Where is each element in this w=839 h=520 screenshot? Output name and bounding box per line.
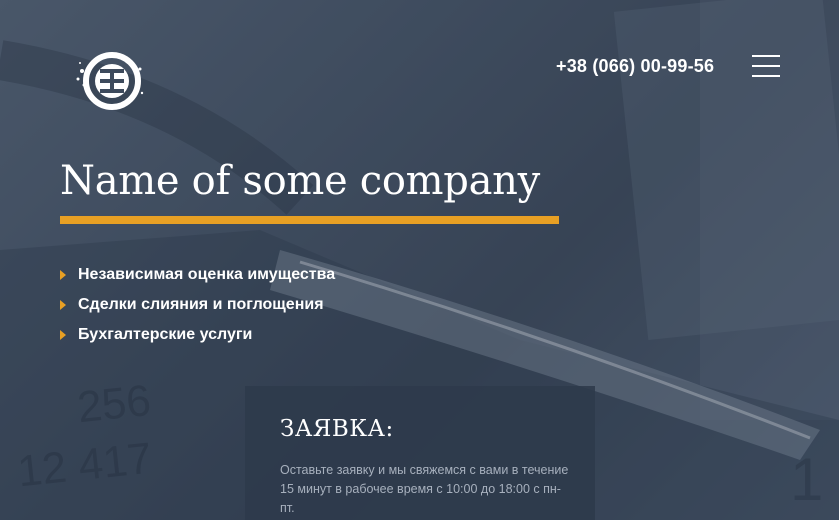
service-label: Независимая оценка имущества: [78, 266, 336, 283]
service-item: Бухгалтерские услуги: [60, 324, 335, 354]
bullet-triangle-icon: [60, 330, 66, 340]
company-logo-icon[interactable]: [74, 49, 144, 113]
hamburger-menu-icon[interactable]: [752, 55, 780, 77]
form-description: Оставьте заявку и мы свяжемся с вами в т…: [280, 463, 569, 515]
service-item: Сделки слияния и поглощения: [60, 294, 335, 324]
bullet-triangle-icon: [60, 300, 66, 310]
hero-section: 256 12 417 1 +38 (066) 00-99-56 Name of …: [0, 0, 839, 520]
service-item: Независимая оценка имущества: [60, 264, 335, 294]
service-label: Сделки слияния и поглощения: [78, 296, 324, 313]
phone-number-link[interactable]: +38 (066) 00-99-56: [556, 56, 714, 77]
bullet-triangle-icon: [60, 270, 66, 280]
company-title: Name of some company: [60, 158, 540, 204]
service-label: Бухгалтерские услуги: [78, 326, 253, 343]
title-underline: [60, 216, 559, 224]
form-title: ЗАЯВКА:: [280, 416, 394, 442]
services-list: Независимая оценка имущества Сделки слия…: [60, 264, 335, 354]
request-form-panel: ЗАЯВКА: Оставьте заявку и мы свяжемся с …: [245, 386, 595, 520]
